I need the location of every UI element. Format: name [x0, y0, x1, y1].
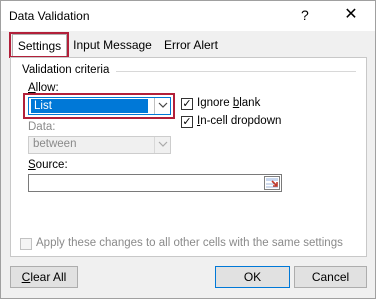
settings-panel: [10, 57, 367, 257]
in-cell-dropdown-label: In-cell dropdown: [197, 115, 282, 127]
apply-all-checkbox: [20, 238, 32, 250]
in-cell-dropdown-checkbox[interactable]: ✓: [181, 116, 193, 128]
ignore-blank-label: Ignore blank: [197, 97, 261, 109]
data-value: between: [33, 138, 77, 150]
ok-button[interactable]: OK: [215, 266, 290, 288]
range-select-icon[interactable]: [264, 176, 280, 190]
allow-value: List: [31, 99, 148, 113]
data-label: Data:: [28, 121, 56, 133]
close-icon[interactable]: ✕: [340, 4, 362, 26]
tab-error-alert[interactable]: Error Alert: [157, 34, 225, 57]
source-input[interactable]: [28, 174, 282, 192]
title-bar: Data Validation ? ✕: [1, 1, 375, 31]
source-label: Source:: [28, 159, 68, 171]
group-divider: [116, 71, 356, 72]
allow-select[interactable]: List: [28, 97, 171, 115]
data-select: between: [28, 136, 171, 154]
ignore-blank-checkbox[interactable]: ✓: [181, 98, 193, 110]
tab-settings[interactable]: Settings: [12, 34, 67, 57]
cancel-button[interactable]: Cancel: [294, 266, 367, 288]
chevron-down-icon[interactable]: [154, 98, 170, 114]
help-icon[interactable]: ?: [301, 7, 309, 23]
validation-criteria-label: Validation criteria: [20, 64, 112, 76]
tab-input-message[interactable]: Input Message: [70, 34, 155, 57]
clear-all-button[interactable]: Clear All: [10, 266, 78, 288]
allow-label: Allow:: [28, 82, 59, 94]
chevron-down-icon: [154, 137, 170, 153]
apply-all-label: Apply these changes to all other cells w…: [36, 237, 343, 249]
dialog-title: Data Validation: [9, 9, 90, 23]
